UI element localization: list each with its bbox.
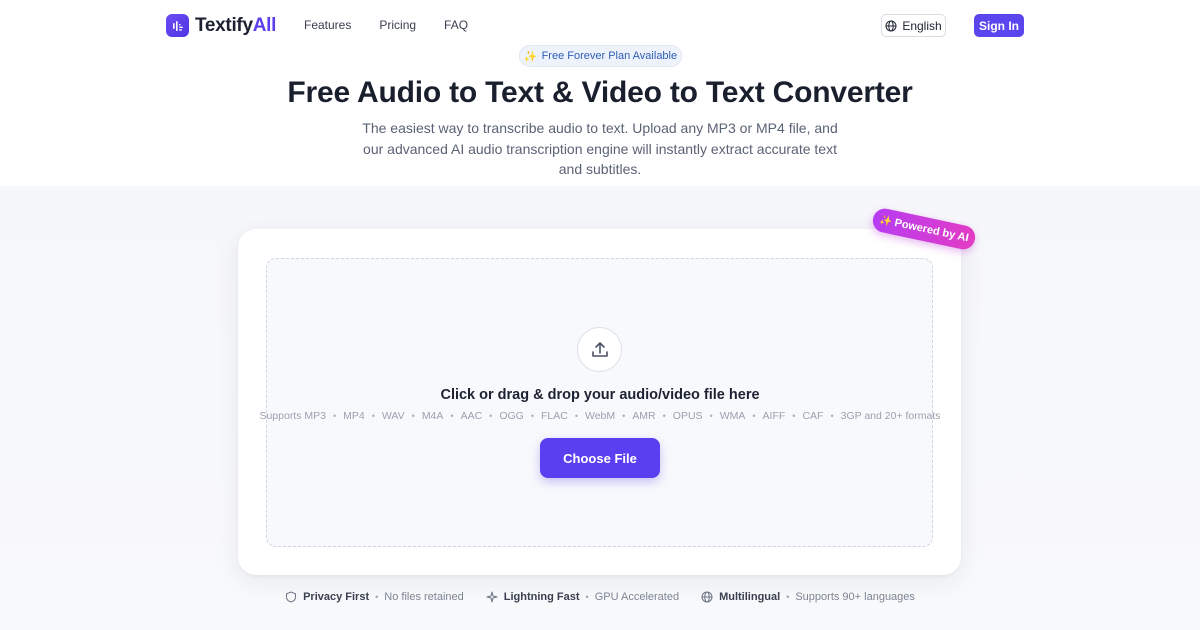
feature-multilingual: Multilingual • Supports 90+ languages xyxy=(701,591,915,603)
brand-name: TextifyAll xyxy=(195,14,277,36)
format-item: MP3 xyxy=(304,410,326,422)
feature-title: Privacy First xyxy=(303,591,370,603)
free-plan-badge: ✨ Free Forever Plan Available xyxy=(519,45,682,67)
sparkle-icon: ✨ xyxy=(878,214,893,228)
main-nav: Features Pricing FAQ xyxy=(304,18,468,32)
globe-icon xyxy=(701,591,713,603)
page-subtitle: The easiest way to transcribe audio to t… xyxy=(362,120,838,177)
format-item: FLAC xyxy=(540,410,568,422)
format-item: OGG xyxy=(499,410,524,422)
nav-pricing[interactable]: Pricing xyxy=(379,18,416,32)
feature-desc: No files retained xyxy=(384,591,464,603)
format-item: M4A xyxy=(421,410,444,422)
sparkle-icon xyxy=(486,591,498,603)
nav-faq[interactable]: FAQ xyxy=(444,18,468,32)
format-item: AIFF xyxy=(762,410,786,422)
feature-privacy: Privacy First • No files retained xyxy=(285,591,464,603)
supported-formats: Supports MP3 • MP4 • WAV • M4A • AAC • OGG • F… xyxy=(259,410,941,422)
upload-icon xyxy=(577,327,622,372)
feature-title: Multilingual xyxy=(719,591,781,603)
feature-list: Privacy First • No files retained Lightn… xyxy=(0,591,1200,603)
format-item: CAF xyxy=(802,410,824,422)
format-item: WAV xyxy=(381,410,405,422)
format-item: WMA xyxy=(719,410,746,422)
feature-desc: GPU Accelerated xyxy=(594,591,680,603)
dropzone-title: Click or drag & drop your audio/video fi… xyxy=(440,387,760,403)
feature-title: Lightning Fast xyxy=(503,591,580,603)
nav-features[interactable]: Features xyxy=(304,18,351,32)
brand-logo[interactable]: TextifyAll xyxy=(166,14,276,37)
globe-icon xyxy=(885,20,897,31)
format-item: OPUS xyxy=(672,410,703,422)
language-label: English xyxy=(902,18,942,33)
shield-icon xyxy=(286,591,297,603)
choose-file-button[interactable]: Choose File xyxy=(540,438,660,478)
waveform-icon xyxy=(166,14,189,37)
format-item: 3GP and 20+ formats xyxy=(840,410,941,422)
badge-label: Free Forever Plan Available xyxy=(541,50,678,62)
language-selector[interactable]: English xyxy=(881,14,946,37)
format-item: MP4 xyxy=(343,410,365,422)
format-item: AAC xyxy=(460,410,483,422)
formats-prefix: Supports xyxy=(259,410,302,422)
format-item: AMR xyxy=(632,410,656,422)
feature-desc: Supports 90+ languages xyxy=(795,591,915,603)
feature-speed: Lightning Fast • GPU Accelerated xyxy=(486,591,679,603)
format-item: WebM xyxy=(584,410,616,422)
sparkle-icon: ✨ xyxy=(523,50,538,63)
sign-in-button[interactable]: Sign In xyxy=(974,14,1024,37)
page-title: Free Audio to Text & Video to Text Conve… xyxy=(287,76,913,109)
